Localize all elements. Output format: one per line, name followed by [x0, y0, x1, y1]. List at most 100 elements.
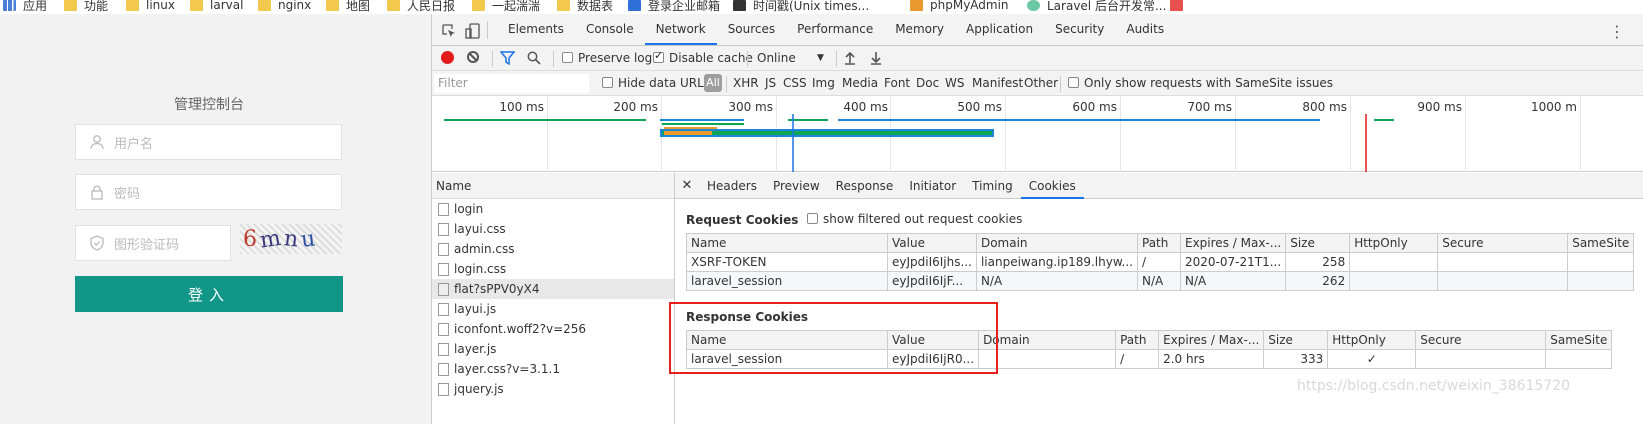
preserve-log-checkbox[interactable]: Preserve log [562, 51, 652, 65]
tab-security[interactable]: Security [1044, 14, 1115, 45]
show-filtered-checkbox[interactable]: show filtered out request cookies [807, 212, 1022, 226]
username-field[interactable]: 用户名 [75, 124, 342, 160]
checkbox[interactable] [807, 213, 818, 224]
filter-all-button[interactable]: All [704, 74, 722, 92]
tab-network[interactable]: Network [644, 14, 717, 45]
column-header[interactable]: Secure [1437, 233, 1569, 253]
clear-icon[interactable] [467, 51, 479, 63]
filter-icon[interactable] [499, 51, 516, 67]
checkbox[interactable] [562, 52, 573, 63]
bookmark-folder[interactable]: larval [190, 0, 243, 14]
bookmark-laravel[interactable]: Laravel 后台开发常... [1027, 0, 1166, 14]
login-button[interactable]: 登入 [75, 276, 343, 312]
column-header[interactable]: Secure [1415, 330, 1547, 350]
column-header[interactable]: Domain [975, 233, 1139, 253]
column-header[interactable]: Size [1285, 233, 1351, 253]
disable-cache-checkbox[interactable]: Disable cache [653, 49, 753, 65]
column-header[interactable]: Path [1115, 330, 1160, 350]
checkbox[interactable] [1068, 77, 1079, 88]
import-har-icon[interactable] [843, 51, 859, 67]
tab-timing[interactable]: Timing [964, 173, 1021, 199]
tab-audits[interactable]: Audits [1115, 14, 1175, 45]
column-header[interactable]: Path [1137, 233, 1181, 253]
request-row[interactable]: login [432, 199, 674, 219]
request-row[interactable]: jquery.js [432, 379, 674, 399]
column-header[interactable]: HttpOnly [1327, 330, 1417, 350]
bookmark-mail[interactable]: 登录企业邮箱 [628, 0, 720, 14]
column-header[interactable]: Value [887, 233, 977, 253]
bookmark-phpmyadmin[interactable]: phpMyAdmin [910, 0, 1009, 14]
column-header[interactable]: Name [686, 233, 888, 253]
name-column-header[interactable]: Name [432, 173, 674, 199]
filter-media[interactable]: Media [842, 76, 878, 90]
request-row[interactable]: login.css [432, 259, 674, 279]
cell: eyJpdiI6Ijhs... [887, 252, 977, 272]
password-field[interactable]: 密码 [75, 174, 342, 210]
captcha-image[interactable]: 6 m n u [240, 224, 342, 254]
filter-xhr[interactable]: XHR [733, 76, 759, 90]
bookmark-folder[interactable]: 人民日报 [387, 0, 455, 14]
filter-manifest[interactable]: Manifest [972, 76, 1023, 90]
close-icon[interactable]: ✕ [675, 178, 699, 193]
bookmark-apps[interactable]: 应用 [3, 0, 47, 14]
tab-sources[interactable]: Sources [717, 14, 786, 45]
column-header[interactable]: Domain [978, 330, 1117, 350]
filter-doc[interactable]: Doc [916, 76, 939, 90]
column-header[interactable]: Expires / Max-... [1158, 330, 1265, 350]
tab-headers[interactable]: Headers [699, 173, 765, 199]
table-row[interactable]: XSRF-TOKEN eyJpdiI6Ijhs... lianpeiwang.i… [686, 252, 1635, 272]
tab-memory[interactable]: Memory [884, 14, 955, 45]
hide-data-urls-checkbox[interactable]: Hide data URLs [602, 76, 710, 90]
throttle-select[interactable]: Online [757, 51, 796, 65]
filter-js[interactable]: JS [765, 76, 776, 90]
tab-elements[interactable]: Elements [497, 14, 575, 45]
request-row[interactable]: layer.css?v=3.1.1 [432, 359, 674, 379]
filter-input[interactable]: Filter [434, 74, 589, 93]
filter-other[interactable]: Other [1024, 76, 1058, 90]
inspect-element-icon[interactable] [441, 23, 457, 39]
filter-img[interactable]: Img [812, 76, 835, 90]
captcha-field[interactable]: 图形验证码 [75, 225, 231, 261]
tab-application[interactable]: Application [955, 14, 1044, 45]
filter-font[interactable]: Font [884, 76, 910, 90]
filter-css[interactable]: CSS [783, 76, 807, 90]
export-har-icon[interactable] [869, 51, 885, 67]
tab-cookies[interactable]: Cookies [1020, 173, 1084, 199]
request-row[interactable]: layui.js [432, 299, 674, 319]
record-icon[interactable] [441, 51, 454, 64]
bookmark-folder[interactable]: 数据表 [557, 0, 613, 14]
bookmark-folder[interactable]: nginx [258, 0, 311, 14]
column-header[interactable]: Size [1263, 330, 1329, 350]
request-row[interactable]: layui.css [432, 219, 674, 239]
tab-console[interactable]: Console [575, 14, 645, 45]
tab-performance[interactable]: Performance [786, 14, 884, 45]
cell: 258 [1285, 252, 1351, 272]
bookmark-timestamp[interactable]: 时间戳(Unix times... [733, 0, 869, 14]
search-icon[interactable] [527, 51, 543, 67]
bookmark-extra[interactable] [1170, 0, 1190, 14]
column-header[interactable]: SameSite [1567, 233, 1635, 253]
tab-initiator[interactable]: Initiator [901, 173, 964, 199]
column-header[interactable]: SameSite [1545, 330, 1613, 350]
samesite-checkbox[interactable]: Only show requests with SameSite issues [1068, 76, 1333, 90]
waterfall-overview[interactable] [432, 96, 1643, 172]
request-row[interactable]: iconfont.woff2?v=256 [432, 319, 674, 339]
bookmark-folder[interactable]: 一起湍湍 [472, 0, 540, 14]
device-toolbar-icon[interactable] [465, 23, 481, 39]
checkbox-checked[interactable] [653, 49, 664, 63]
table-row[interactable]: laravel_session eyJpdiI6IjF... N/A N/A N… [686, 271, 1635, 291]
request-row-selected[interactable]: flat?sPPV0yX4 [432, 279, 674, 299]
chevron-down-icon[interactable]: ▼ [817, 53, 824, 63]
filter-ws[interactable]: WS [945, 76, 964, 90]
more-options-icon[interactable]: ⋮ [1609, 22, 1625, 41]
tab-response[interactable]: Response [828, 173, 902, 199]
request-row[interactable]: admin.css [432, 239, 674, 259]
request-row[interactable]: layer.js [432, 339, 674, 359]
column-header[interactable]: Expires / Max-... [1179, 233, 1287, 253]
column-header[interactable]: HttpOnly [1349, 233, 1439, 253]
checkbox[interactable] [602, 77, 613, 88]
bookmark-folder[interactable]: linux [126, 0, 175, 14]
bookmark-folder[interactable]: 地图 [326, 0, 370, 14]
bookmark-folder[interactable]: 功能 [64, 0, 108, 14]
tab-preview[interactable]: Preview [765, 173, 828, 199]
